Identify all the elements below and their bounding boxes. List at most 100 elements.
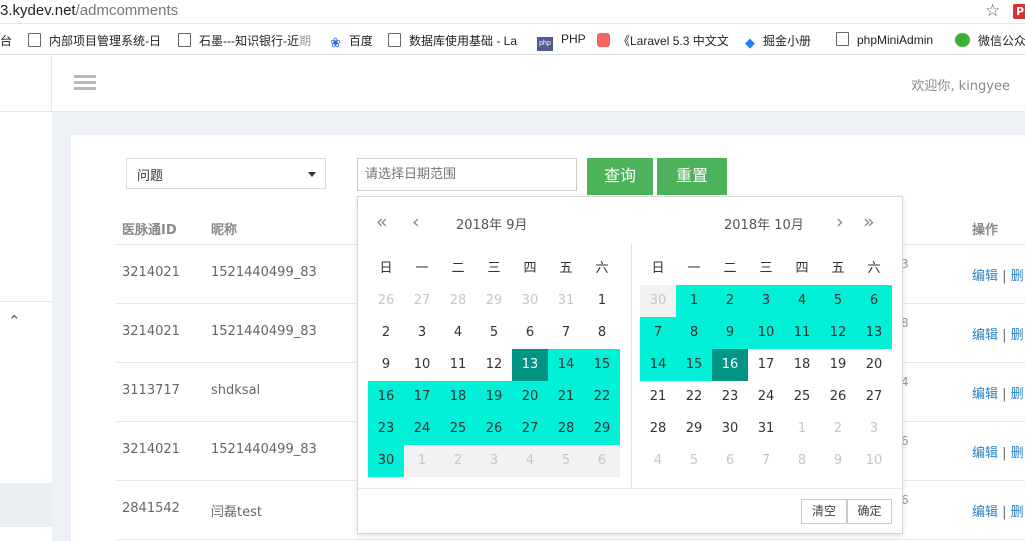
day-cell[interactable]: 27 [404, 285, 440, 317]
day-cell[interactable]: 5 [548, 445, 584, 477]
in-range-day[interactable]: 17 [404, 381, 440, 413]
extension-icon[interactable]: P [1013, 4, 1025, 19]
in-range-day[interactable]: 18 [440, 381, 476, 413]
in-range-day[interactable]: 27 [512, 413, 548, 445]
day-cell[interactable]: 18 [784, 349, 820, 381]
delete-link[interactable]: 删 [1011, 328, 1024, 343]
in-range-day[interactable]: 14 [640, 349, 676, 381]
day-cell[interactable]: 1 [584, 285, 620, 317]
day-cell[interactable]: 7 [748, 445, 784, 477]
day-cell[interactable]: 30 [640, 285, 676, 317]
in-range-day[interactable]: 19 [476, 381, 512, 413]
day-cell[interactable]: 5 [676, 445, 712, 477]
in-range-day[interactable]: 29 [584, 413, 620, 445]
in-range-day[interactable]: 26 [476, 413, 512, 445]
in-range-day[interactable]: 22 [584, 381, 620, 413]
selected-day[interactable]: 16 [712, 349, 748, 381]
delete-link[interactable]: 删 [1011, 387, 1024, 402]
day-cell[interactable]: 4 [640, 445, 676, 477]
day-cell[interactable]: 2 [820, 413, 856, 445]
edit-link[interactable]: 编辑 [972, 505, 998, 520]
right-month-title[interactable]: 2018年 10月 [724, 214, 804, 233]
day-cell[interactable]: 9 [368, 349, 404, 381]
reset-button[interactable]: 重置 [657, 158, 727, 195]
type-select[interactable]: 问题 [126, 158, 326, 189]
next-year-icon[interactable]: » [863, 211, 875, 233]
day-cell[interactable]: 6 [712, 445, 748, 477]
bookmark-item[interactable]: 内部项目管理系统-日 [28, 32, 161, 49]
day-cell[interactable]: 1 [404, 445, 440, 477]
day-cell[interactable]: 25 [784, 381, 820, 413]
delete-link[interactable]: 删 [1011, 446, 1024, 461]
in-range-day[interactable]: 30 [368, 445, 404, 477]
day-cell[interactable]: 7 [548, 317, 584, 349]
in-range-day[interactable]: 5 [820, 285, 856, 317]
in-range-day[interactable]: 4 [784, 285, 820, 317]
day-cell[interactable]: 29 [676, 413, 712, 445]
confirm-button[interactable]: 确定 [847, 499, 892, 524]
address-bar[interactable]: 3.kydev.net/admcomments ☆ P [0, 0, 1025, 24]
edit-link[interactable]: 编辑 [972, 387, 998, 402]
day-cell[interactable]: 20 [856, 349, 892, 381]
day-cell[interactable]: 2 [440, 445, 476, 477]
bookmark-item[interactable]: phpMiniAdmin [836, 32, 933, 47]
in-range-day[interactable]: 21 [548, 381, 584, 413]
bookmark-item[interactable]: 微信公众 [955, 32, 1025, 49]
day-cell[interactable]: 6 [584, 445, 620, 477]
in-range-day[interactable]: 12 [820, 317, 856, 349]
bookmark-item[interactable]: 数据库使用基础 - La [388, 32, 517, 49]
in-range-day[interactable]: 2 [712, 285, 748, 317]
day-cell[interactable]: 11 [440, 349, 476, 381]
edit-link[interactable]: 编辑 [972, 269, 998, 284]
day-cell[interactable]: 3 [404, 317, 440, 349]
in-range-day[interactable]: 25 [440, 413, 476, 445]
in-range-day[interactable]: 3 [748, 285, 784, 317]
bookmark-item[interactable]: php PHP [537, 32, 586, 51]
bookmark-item[interactable]: ❀ 百度 [330, 32, 373, 50]
delete-link[interactable]: 删 [1011, 269, 1024, 284]
menu-toggle-icon[interactable] [74, 75, 96, 91]
chevron-up-icon[interactable]: ⌃ [8, 312, 21, 330]
day-cell[interactable]: 10 [856, 445, 892, 477]
url-text[interactable]: 3.kydev.net/admcomments [0, 2, 178, 19]
day-cell[interactable]: 29 [476, 285, 512, 317]
day-cell[interactable]: 21 [640, 381, 676, 413]
day-cell[interactable]: 24 [748, 381, 784, 413]
day-cell[interactable]: 4 [512, 445, 548, 477]
day-cell[interactable]: 4 [440, 317, 476, 349]
day-cell[interactable]: 22 [676, 381, 712, 413]
day-cell[interactable]: 30 [512, 285, 548, 317]
day-cell[interactable]: 31 [748, 413, 784, 445]
bookmark-item[interactable]: 台 [0, 32, 12, 49]
in-range-day[interactable]: 11 [784, 317, 820, 349]
delete-link[interactable]: 删 [1011, 505, 1024, 520]
bookmark-item[interactable]: 《Laravel 5.3 中文文 [597, 32, 729, 49]
next-month-icon[interactable]: › [836, 211, 844, 233]
left-month-title[interactable]: 2018年 9月 [456, 214, 528, 233]
in-range-day[interactable]: 23 [368, 413, 404, 445]
clear-button[interactable]: 清空 [801, 499, 847, 524]
day-cell[interactable]: 2 [368, 317, 404, 349]
day-cell[interactable]: 17 [748, 349, 784, 381]
in-range-day[interactable]: 1 [676, 285, 712, 317]
day-cell[interactable]: 6 [512, 317, 548, 349]
selected-day[interactable]: 13 [512, 349, 548, 381]
day-cell[interactable]: 30 [712, 413, 748, 445]
bookmark-item[interactable]: 石墨---知识银行-近期 [178, 32, 311, 49]
in-range-day[interactable]: 15 [676, 349, 712, 381]
in-range-day[interactable]: 13 [856, 317, 892, 349]
edit-link[interactable]: 编辑 [972, 328, 998, 343]
day-cell[interactable]: 28 [640, 413, 676, 445]
in-range-day[interactable]: 16 [368, 381, 404, 413]
day-cell[interactable]: 5 [476, 317, 512, 349]
in-range-day[interactable]: 10 [748, 317, 784, 349]
day-cell[interactable]: 8 [784, 445, 820, 477]
day-cell[interactable]: 26 [820, 381, 856, 413]
bookmark-star-icon[interactable]: ☆ [985, 1, 1000, 21]
date-range-input[interactable] [357, 158, 577, 191]
in-range-day[interactable]: 28 [548, 413, 584, 445]
in-range-day[interactable]: 9 [712, 317, 748, 349]
day-cell[interactable]: 28 [440, 285, 476, 317]
prev-year-icon[interactable]: « [376, 211, 388, 233]
day-cell[interactable]: 27 [856, 381, 892, 413]
